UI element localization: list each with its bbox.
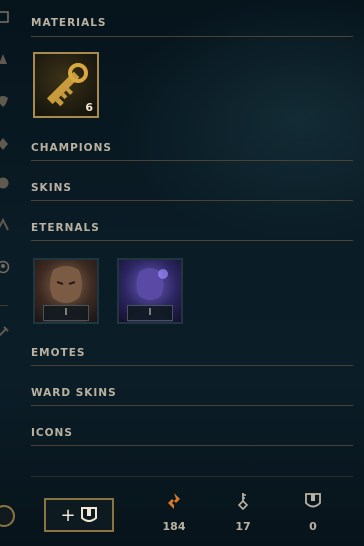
section-title-skins: SKINS <box>31 182 72 194</box>
key-counter: 17 <box>223 492 263 533</box>
champion-filter-icon[interactable] <box>0 52 10 66</box>
section-title-eternals: ETERNALS <box>31 222 100 234</box>
skin-filter-icon[interactable] <box>0 94 10 108</box>
section-title-emotes: EMOTES <box>31 347 86 359</box>
chest-icon <box>305 493 321 508</box>
eternal-item-ryze[interactable]: I <box>117 258 183 324</box>
section-title-icons: ICONS <box>31 427 73 439</box>
section-title-materials: MATERIALS <box>31 17 107 29</box>
section-divider <box>31 36 353 37</box>
icon-filter-icon[interactable] <box>0 260 10 274</box>
item-count: 6 <box>85 101 93 114</box>
eternal-level-badge: I <box>43 305 89 321</box>
section-title-champions: CHAMPIONS <box>31 142 112 154</box>
section-divider <box>31 405 353 406</box>
chest-counter: 0 <box>293 492 333 533</box>
footer-divider <box>31 476 353 477</box>
add-button-plus: + <box>60 504 76 526</box>
chest-icon <box>80 507 97 522</box>
section-divider <box>31 200 353 201</box>
chest-value: 0 <box>309 520 317 533</box>
crafting-filter-icon[interactable] <box>0 325 10 339</box>
orange-essence-value: 184 <box>162 520 186 533</box>
eternal-item-draven[interactable]: I <box>33 258 99 324</box>
key-fragment-item[interactable]: 6 <box>33 52 99 118</box>
eternal-level-badge: I <box>127 305 173 321</box>
key-icon <box>237 493 249 510</box>
section-title-ward-skins: WARD SKINS <box>31 387 117 399</box>
section-divider <box>31 160 353 161</box>
emote-filter-icon[interactable] <box>0 176 10 190</box>
section-divider <box>31 240 353 241</box>
orange-essence-icon <box>168 493 180 509</box>
section-divider <box>31 365 353 366</box>
add-chest-button[interactable]: + <box>44 498 114 532</box>
orange-essence-counter: 184 <box>154 492 194 533</box>
rail-divider <box>0 305 8 306</box>
section-divider <box>31 445 353 446</box>
ward-filter-icon[interactable] <box>0 137 10 151</box>
key-value: 17 <box>235 520 251 533</box>
eternals-filter-icon[interactable] <box>0 218 10 232</box>
all-items-icon[interactable] <box>0 10 10 24</box>
left-filter-rail <box>0 0 14 546</box>
